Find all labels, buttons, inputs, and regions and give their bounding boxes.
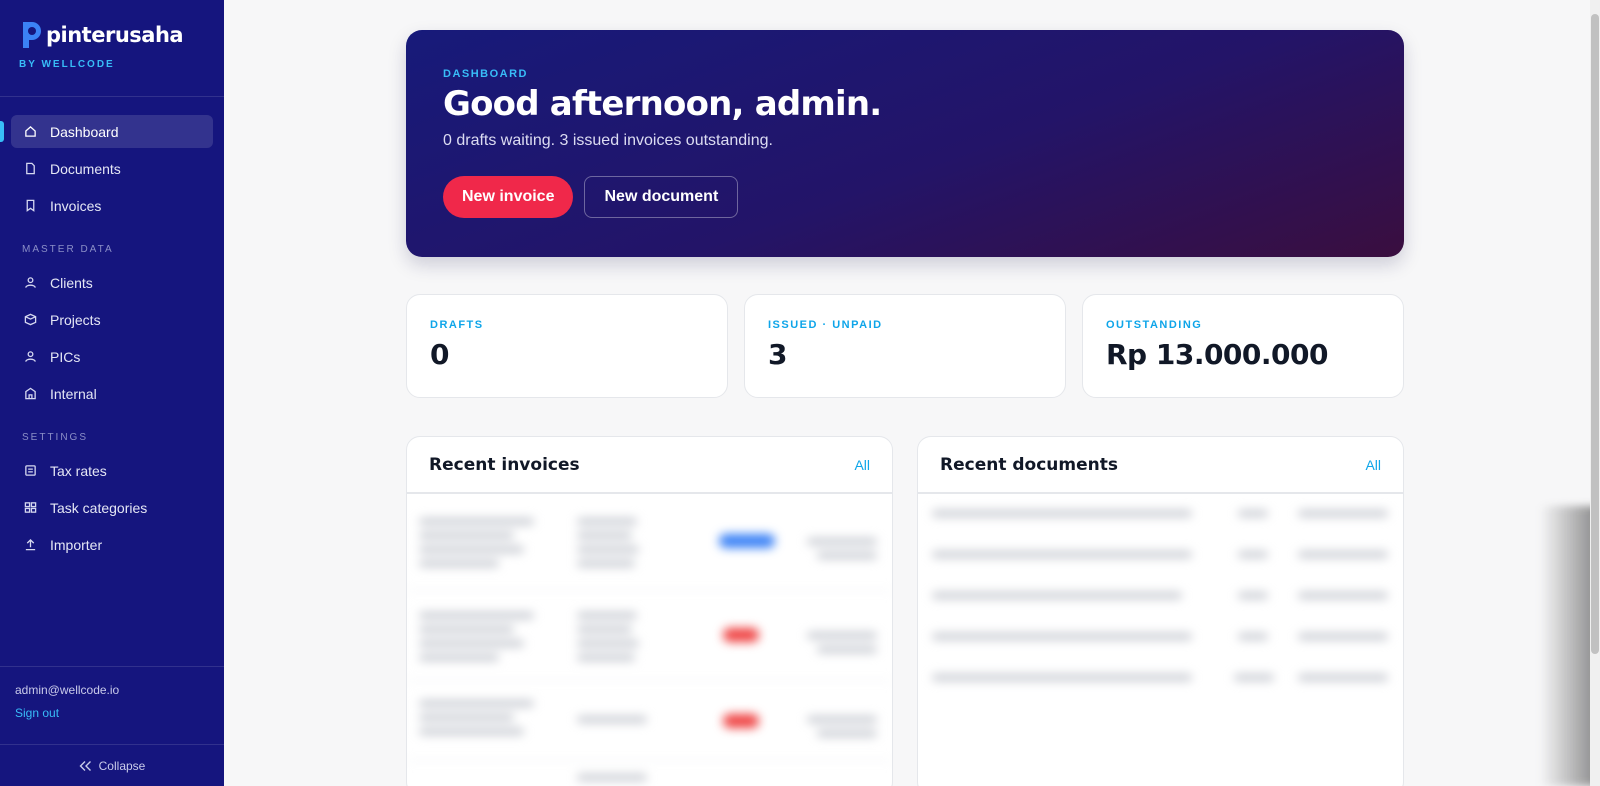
page-subtitle: 0 drafts waiting. 3 issued invoices outs… (443, 132, 773, 149)
view-all-documents-link[interactable]: All (1365, 457, 1381, 473)
sign-out-link[interactable]: Sign out (15, 706, 209, 720)
scrollbar-thumb[interactable] (1591, 14, 1599, 654)
sidebar-item-dashboard[interactable]: Dashboard (0, 115, 213, 148)
new-invoice-button[interactable]: New invoice (443, 176, 574, 218)
sidebar-item-task-categories[interactable]: Task categories (11, 491, 213, 524)
stat-card-outstanding: OUTSTANDING Rp 13.000.000 (1082, 294, 1404, 398)
chevrons-left-icon (79, 760, 91, 771)
receipt-icon (23, 464, 37, 478)
sidebar-item-internal[interactable]: Internal (11, 377, 213, 410)
sidebar-item-label: Clients (50, 274, 93, 291)
sidebar-item-label: Invoices (50, 197, 102, 214)
status-badge (723, 628, 759, 642)
user-icon (23, 350, 37, 364)
sidebar-item-documents[interactable]: Documents (11, 152, 213, 185)
stat-value: 3 (768, 338, 787, 371)
upload-icon (23, 538, 37, 552)
grid-icon (23, 501, 37, 515)
sidebar-item-clients[interactable]: Clients (11, 266, 213, 299)
sidebar-item-label: PICs (50, 348, 81, 365)
page-scrollbar[interactable] (1590, 0, 1600, 786)
recent-invoices-panel: Recent invoices All (406, 436, 893, 786)
new-document-button[interactable]: New document (584, 176, 739, 218)
nav-section-master-data: MASTER DATA (22, 244, 114, 255)
user-icon (23, 276, 37, 290)
sidebar-item-invoices[interactable]: Invoices (11, 189, 213, 222)
collapse-button[interactable]: Collapse (0, 744, 224, 786)
panel-header: Recent documents All (918, 437, 1403, 494)
view-all-invoices-link[interactable]: All (854, 457, 870, 473)
pinterusaha-logo-icon (23, 22, 41, 48)
stat-card-drafts: DRAFTS 0 (406, 294, 728, 398)
stat-card-issued-unpaid: ISSUED · UNPAID 3 (744, 294, 1066, 398)
hero-actions: New invoice New document (443, 176, 1367, 218)
sidebar-item-importer[interactable]: Importer (11, 528, 213, 561)
sidebar-item-projects[interactable]: Projects (11, 303, 213, 336)
sidebar: pinterusaha BY WELLCODE Dashboard Docume… (0, 0, 224, 786)
status-badge (719, 534, 775, 548)
brand: pinterusaha BY WELLCODE (0, 0, 224, 97)
recent-documents-panel: Recent documents All (917, 436, 1404, 786)
stat-value: Rp 13.000.000 (1106, 338, 1328, 371)
stat-label: DRAFTS (430, 319, 484, 331)
status-badge (723, 714, 759, 728)
sidebar-item-tax-rates[interactable]: Tax rates (11, 454, 213, 487)
stat-label: ISSUED · UNPAID (768, 319, 883, 331)
collapse-label: Collapse (98, 758, 146, 773)
welcome-banner: DASHBOARD Good afternoon, admin. 0 draft… (406, 30, 1404, 257)
nav-section-settings: SETTINGS (22, 432, 89, 443)
page-eyebrow: DASHBOARD (443, 68, 528, 80)
stat-value: 0 (430, 338, 449, 371)
sidebar-item-pics[interactable]: PICs (11, 340, 213, 373)
box-icon (23, 313, 37, 327)
panel-title: Recent invoices (429, 454, 580, 475)
sidebar-item-label: Importer (50, 536, 103, 553)
sidebar-item-label: Tax rates (50, 462, 107, 479)
brand-subtitle: BY WELLCODE (19, 59, 115, 70)
sidebar-nav: Dashboard Documents Invoices MASTER DATA… (0, 97, 224, 561)
sidebar-item-label: Documents (50, 160, 121, 177)
panel-header: Recent invoices All (407, 437, 892, 494)
stat-label: OUTSTANDING (1106, 319, 1203, 331)
user-email: admin@wellcode.io (15, 683, 120, 697)
sidebar-item-label: Task categories (50, 499, 148, 516)
page-title: Good afternoon, admin. (443, 84, 882, 124)
panel-title: Recent documents (940, 454, 1118, 475)
sidebar-user: admin@wellcode.io Sign out (0, 666, 224, 734)
brand-name: pinterusaha (46, 23, 184, 47)
building-icon (23, 387, 37, 401)
home-icon (23, 125, 37, 139)
bookmark-icon (23, 199, 37, 213)
sidebar-item-label: Projects (50, 311, 101, 328)
sidebar-item-label: Internal (50, 385, 97, 402)
file-icon (23, 162, 37, 176)
sidebar-item-label: Dashboard (50, 123, 119, 140)
brand-row[interactable]: pinterusaha (19, 20, 224, 50)
